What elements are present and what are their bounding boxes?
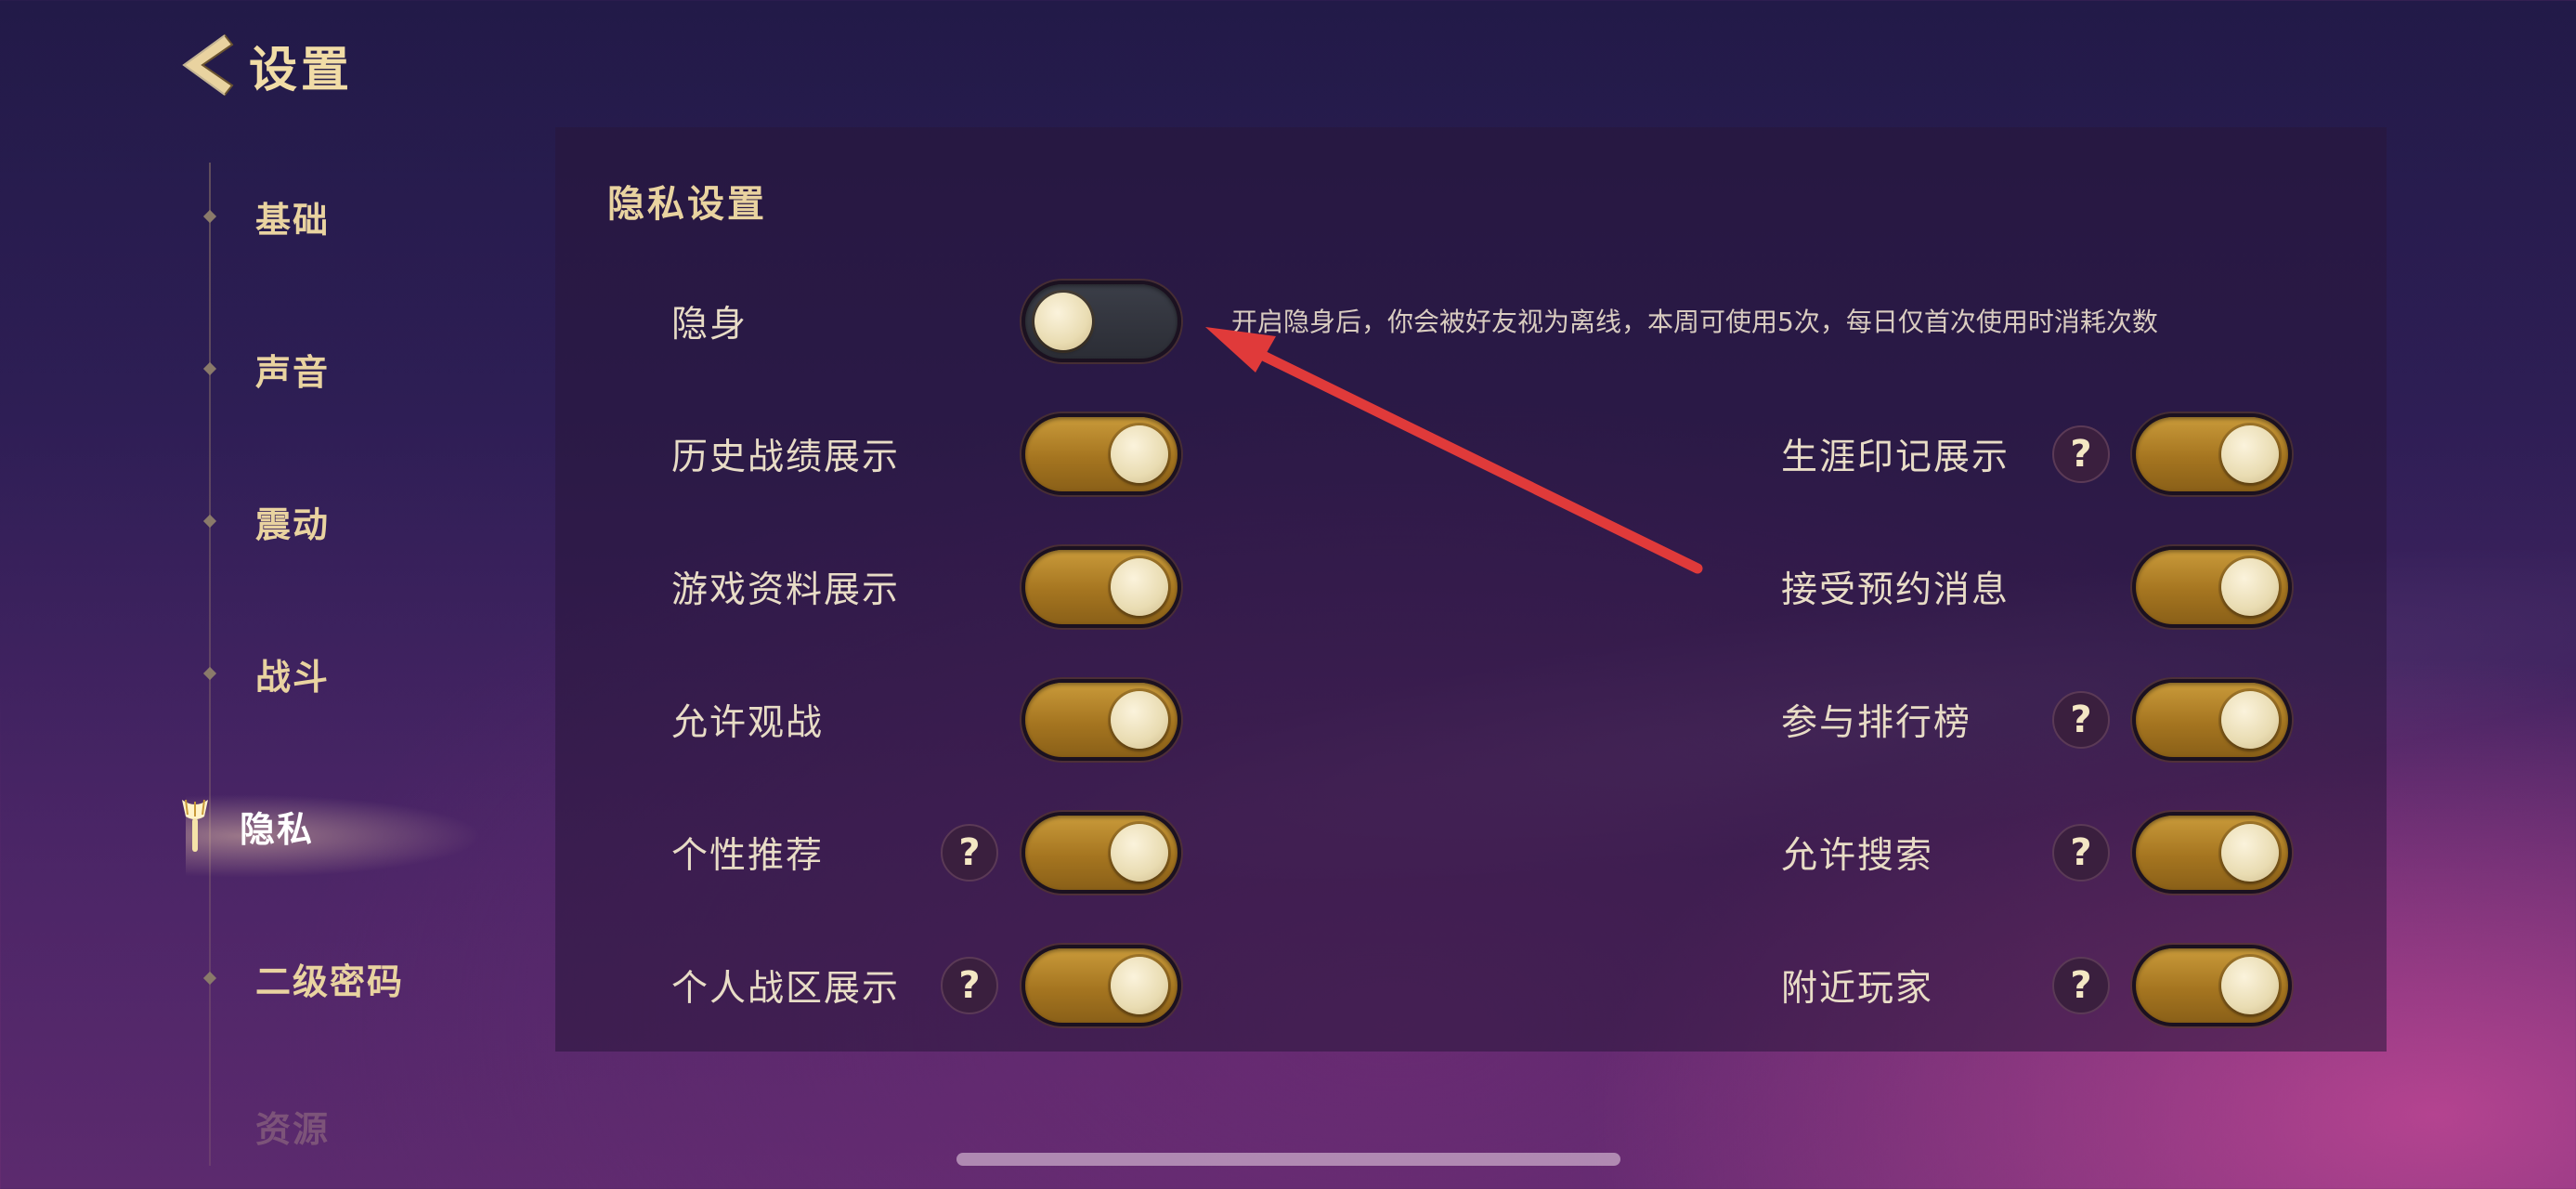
- stealth-hint-text: 开启隐身后，你会被好友视为离线，本周可使用5次，每日仅首次使用时消耗次数: [1231, 307, 2158, 337]
- page-title: 设置: [249, 42, 354, 98]
- sidebar-item-resources[interactable]: 资源: [195, 1089, 330, 1163]
- sidebar-item-privacy[interactable]: 隐私: [176, 789, 314, 863]
- setting-label-career-mark: 生涯印记展示: [1781, 437, 2010, 478]
- setting-label-game-profile: 游戏资料展示: [671, 569, 901, 611]
- back-arrow-icon[interactable]: [175, 30, 241, 100]
- sidebar-item-secondary-password[interactable]: 二级密码: [195, 941, 404, 1015]
- home-indicator[interactable]: [956, 1153, 1620, 1166]
- sidebar-item-label: 震动: [255, 503, 331, 545]
- toggle-knob: [1111, 957, 1168, 1014]
- nav-dot-icon: [202, 514, 217, 529]
- toggle-personal-recommend[interactable]: [1021, 812, 1181, 894]
- setting-label-nearby-players: 附近玩家: [1781, 968, 1934, 1010]
- help-icon[interactable]: ?: [941, 824, 998, 882]
- toggle-allow-spectate[interactable]: [1021, 679, 1181, 761]
- toggle-game-profile[interactable]: [1021, 546, 1181, 628]
- help-icon[interactable]: ?: [2052, 824, 2110, 882]
- setting-label-accept-appointment: 接受预约消息: [1781, 569, 2010, 611]
- sidebar-item-vibration[interactable]: 震动: [195, 484, 330, 558]
- setting-label-allow-search: 允许搜索: [1781, 835, 1934, 877]
- setting-label-leaderboard: 参与排行榜: [1781, 702, 1972, 744]
- privacy-settings-panel: 隐私设置 隐身 开启隐身后，你会被好友视为离线，本周可使用5次，每日仅首次使用时…: [555, 127, 2387, 1052]
- setting-label-allow-spectate: 允许观战: [671, 702, 825, 744]
- setting-label-history-record: 历史战绩展示: [671, 437, 901, 478]
- toggle-knob: [2221, 824, 2279, 882]
- toggle-knob: [1111, 824, 1168, 882]
- nav-dot-icon: [202, 209, 217, 224]
- sidebar-item-label: 基础: [255, 199, 331, 241]
- toggle-knob: [1111, 558, 1168, 616]
- help-icon[interactable]: ?: [2052, 691, 2110, 749]
- nav-dot-icon: [202, 666, 217, 681]
- toggle-knob: [2221, 691, 2279, 749]
- sidebar-item-label: 战斗: [255, 656, 331, 698]
- sidebar-item-basic[interactable]: 基础: [195, 179, 330, 254]
- torch-icon: [182, 799, 208, 852]
- nav-dot-icon: [202, 971, 217, 986]
- sidebar-item-battle[interactable]: 战斗: [195, 636, 330, 711]
- header: 设置: [175, 28, 353, 102]
- toggle-career-mark[interactable]: [2132, 413, 2292, 495]
- setting-label-personal-recommend: 个性推荐: [671, 835, 825, 877]
- toggle-nearby-players[interactable]: [2132, 945, 2292, 1026]
- sidebar-item-label: 二级密码: [255, 960, 405, 1002]
- toggle-knob: [2221, 425, 2279, 483]
- toggle-knob: [2221, 558, 2279, 616]
- help-icon[interactable]: ?: [941, 957, 998, 1014]
- help-icon[interactable]: ?: [2052, 957, 2110, 1014]
- nav-dot-icon: [202, 361, 217, 376]
- toggle-personal-zone[interactable]: [1021, 945, 1181, 1026]
- toggle-stealth[interactable]: [1021, 281, 1181, 362]
- toggle-allow-search[interactable]: [2132, 812, 2292, 894]
- sidebar-item-label: 声音: [255, 351, 331, 393]
- help-icon[interactable]: ?: [2052, 425, 2110, 483]
- toggle-accept-appointment[interactable]: [2132, 546, 2292, 628]
- sidebar-item-label: 隐私: [240, 808, 315, 850]
- setting-label-stealth: 隐身: [671, 304, 748, 346]
- toggle-knob: [1111, 425, 1168, 483]
- toggle-knob: [1111, 691, 1168, 749]
- sidebar-item-sound[interactable]: 声音: [195, 332, 330, 406]
- setting-label-personal-zone: 个人战区展示: [671, 968, 901, 1010]
- toggle-leaderboard[interactable]: [2132, 679, 2292, 761]
- panel-title: 隐私设置: [607, 183, 767, 226]
- sidebar-item-label: 资源: [255, 1108, 331, 1150]
- toggle-knob: [2221, 957, 2279, 1014]
- toggle-knob: [1034, 293, 1092, 350]
- toggle-history-record[interactable]: [1021, 413, 1181, 495]
